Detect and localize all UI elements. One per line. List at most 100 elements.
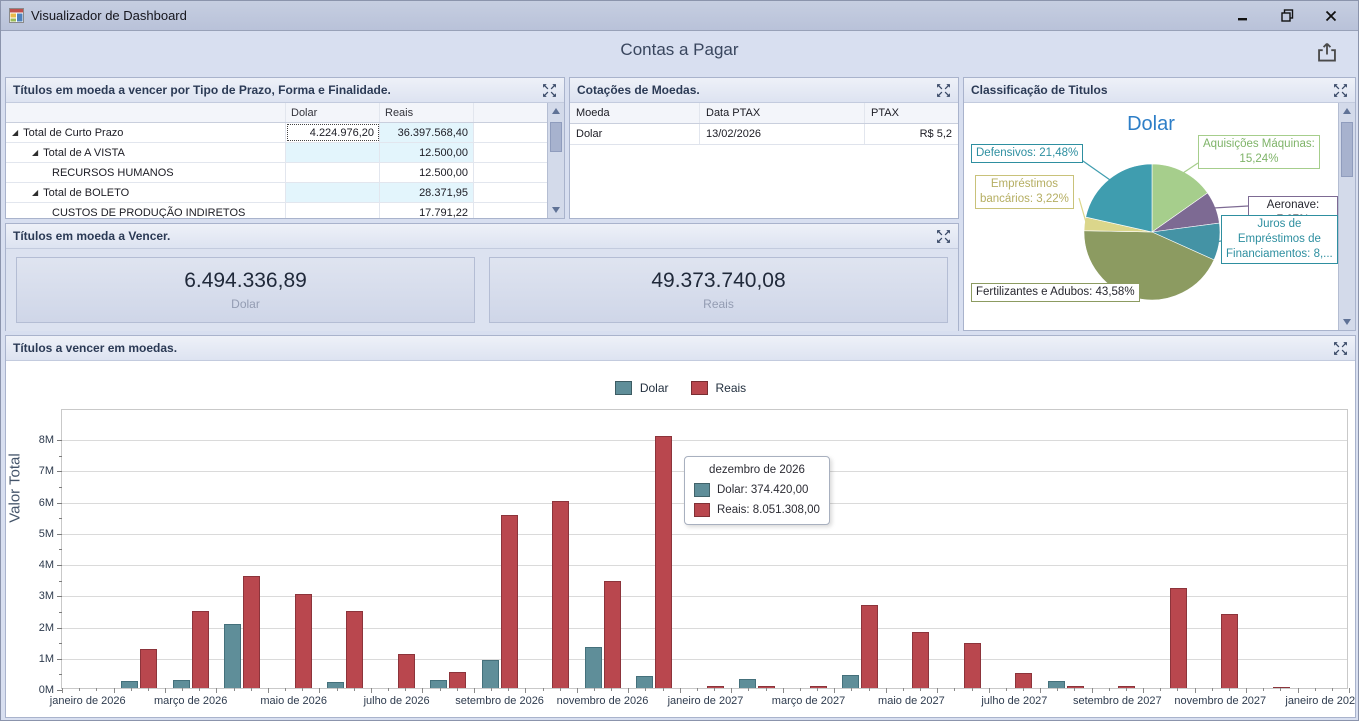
x-axis-label: julho de 2027 [981, 695, 1047, 707]
bar-reais-agosto-de-2027[interactable] [1067, 686, 1084, 688]
bar-dolar-agosto-de-2027[interactable] [1048, 681, 1065, 688]
cell-dolar[interactable] [286, 183, 380, 202]
bar-dolar-abril-de-2026[interactable] [224, 624, 241, 688]
maximize-icon[interactable] [1333, 83, 1348, 98]
bar-dolar-novembro-de-2026[interactable] [585, 647, 602, 688]
column-header-ptax[interactable]: PTAX [865, 103, 958, 123]
tree-table-row[interactable]: CUSTOS DE PRODUÇÃO INDIRETOS17.791,22 [6, 203, 547, 218]
tree-table-row[interactable]: ◢Total de A VISTA12.500,00 [6, 143, 547, 163]
x-axis-tick [1349, 688, 1350, 693]
maximize-icon[interactable] [936, 83, 951, 98]
gridline [62, 534, 1347, 535]
bar-reais-junho-de-2026[interactable] [346, 611, 363, 689]
bar-reais-dezembro-de-2026[interactable] [655, 436, 672, 688]
bar-reais-julho-de-2027[interactable] [1015, 673, 1032, 688]
scrollbar-thumb[interactable] [550, 122, 562, 152]
bar-reais-setembro-de-2026[interactable] [501, 515, 518, 688]
bar-reais-fevereiro-de-2027[interactable] [758, 686, 775, 688]
bar-dolar-março-de-2026[interactable] [173, 680, 190, 688]
legend-item-dolar[interactable]: Dolar [615, 381, 669, 395]
x-axis-label: maio de 2027 [878, 695, 945, 707]
x-axis-tick [663, 688, 664, 691]
tree-table-row[interactable]: RECURSOS HUMANOS12.500,00 [6, 163, 547, 183]
bar-reais-abril-de-2027[interactable] [861, 605, 878, 688]
cell-dolar[interactable] [286, 163, 380, 182]
x-axis-tick [234, 688, 235, 691]
x-axis-label: novembro de 2026 [557, 695, 649, 707]
bar-dolar-abril-de-2027[interactable] [842, 675, 859, 688]
cell-reais[interactable]: 12.500,00 [380, 143, 474, 162]
bar-reais-outubro-de-2026[interactable] [552, 501, 569, 688]
expander-icon[interactable]: ◢ [12, 128, 18, 137]
bar-reais-maio-de-2027[interactable] [912, 632, 929, 688]
bar-reais-novembro-de-2026[interactable] [604, 581, 621, 688]
x-axis-tick [440, 688, 441, 691]
column-header-data-ptax[interactable]: Data PTAX [700, 103, 865, 123]
bar-reais-junho-de-2027[interactable] [964, 643, 981, 688]
bar-reais-outubro-de-2027[interactable] [1170, 588, 1187, 688]
maximize-icon[interactable] [936, 229, 951, 244]
bar-dolar-setembro-de-2026[interactable] [482, 660, 499, 688]
minimize-icon [1237, 10, 1249, 22]
bar-reais-abril-de-2026[interactable] [243, 576, 260, 688]
quotes-data-row[interactable]: Dolar 13/02/2026 R$ 5,2 [570, 124, 958, 145]
kpi-card-reais: 49.373.740,08 Reais [489, 257, 948, 323]
tree-table-row[interactable]: ◢Total de Curto Prazo4.224.976,2036.397.… [6, 123, 547, 143]
export-button[interactable] [1316, 41, 1340, 65]
bar-reais-maio-de-2026[interactable] [295, 594, 312, 688]
bar-reais-janeiro-de-2027[interactable] [707, 686, 724, 688]
close-button[interactable] [1322, 7, 1340, 25]
bar-chart-plot-area[interactable]: 0M1M2M3M4M5M6M7M8Mjaneiro de 2026março d… [61, 409, 1348, 689]
bar-reais-julho-de-2026[interactable] [398, 654, 415, 688]
bar-reais-novembro-de-2027[interactable] [1221, 614, 1238, 688]
pie-panel-scrollbar[interactable] [1338, 103, 1355, 330]
scroll-down-icon[interactable] [1339, 314, 1355, 330]
x-axis-tick [251, 688, 252, 691]
cell-dolar[interactable]: 4.224.976,20 [286, 123, 380, 142]
kpi-value: 49.373.740,08 [651, 269, 785, 293]
bar-reais-agosto-de-2026[interactable] [449, 672, 466, 688]
restore-icon [1281, 9, 1294, 22]
bar-dolar-dezembro-de-2026[interactable] [636, 676, 653, 688]
title-bar: Visualizador de Dashboard [1, 1, 1358, 31]
x-axis-tick [165, 688, 166, 693]
cell-dolar[interactable] [286, 143, 380, 162]
bar-dolar-fevereiro-de-2026[interactable] [121, 681, 138, 688]
scroll-up-icon[interactable] [548, 103, 564, 119]
scroll-up-icon[interactable] [1339, 103, 1355, 119]
scroll-down-icon[interactable] [548, 202, 564, 218]
restore-button[interactable] [1278, 7, 1296, 25]
column-header-reais[interactable]: Reais [380, 103, 474, 122]
cell-dolar[interactable] [286, 203, 380, 218]
x-axis-tick [1143, 688, 1144, 693]
scrollbar-thumb[interactable] [1341, 122, 1353, 177]
cell-reais[interactable]: 17.791,22 [380, 203, 474, 218]
bar-reais-fevereiro-de-2026[interactable] [140, 649, 157, 688]
legend-item-reais[interactable]: Reais [691, 381, 747, 395]
column-header-moeda[interactable]: Moeda [570, 103, 700, 123]
bar-dolar-agosto-de-2026[interactable] [430, 680, 447, 688]
bar-dolar-fevereiro-de-2027[interactable] [739, 679, 756, 688]
tree-table-scrollbar[interactable] [547, 103, 564, 218]
tree-table-row[interactable]: ◢Total de BOLETO28.371,95 [6, 183, 547, 203]
cell-reais[interactable]: 36.397.568,40 [380, 123, 474, 142]
kpi-label: Dolar [231, 297, 260, 311]
maximize-icon[interactable] [542, 83, 557, 98]
tree-column-header[interactable] [6, 103, 286, 122]
bar-reais-setembro-de-2027[interactable] [1118, 686, 1135, 688]
bar-reais-março-de-2026[interactable] [192, 611, 209, 688]
x-axis-tick [748, 688, 749, 691]
maximize-icon[interactable] [1333, 341, 1348, 356]
bar-reais-dezembro-de-2027[interactable] [1273, 687, 1290, 688]
cell-reais[interactable]: 28.371,95 [380, 183, 474, 202]
cell-reais[interactable]: 12.500,00 [380, 163, 474, 182]
x-axis-tick [1315, 688, 1316, 691]
column-header-dolar[interactable]: Dolar [286, 103, 380, 122]
bar-reais-março-de-2027[interactable] [810, 686, 827, 688]
minimize-button[interactable] [1234, 7, 1252, 25]
expander-icon[interactable]: ◢ [32, 188, 38, 197]
expander-icon[interactable]: ◢ [32, 148, 38, 157]
tooltip-row-dolar: Dolar: 374.420,00 [694, 483, 820, 497]
y-axis-minor-tick [59, 518, 62, 519]
bar-dolar-junho-de-2026[interactable] [327, 682, 344, 688]
